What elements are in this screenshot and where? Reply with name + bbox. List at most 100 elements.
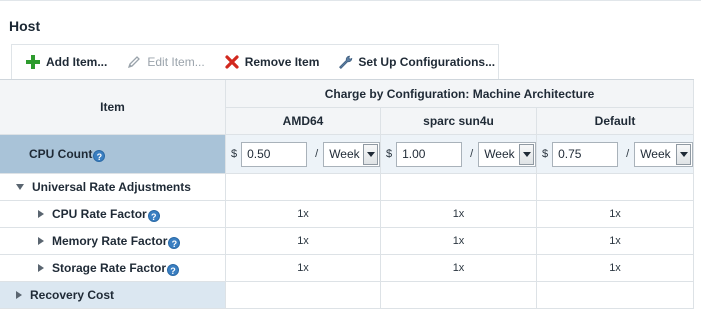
set-up-configurations-label: Set Up Configurations... [358,55,496,69]
period-select-default[interactable]: Week [634,141,693,167]
per-separator: / [626,148,630,160]
column-header-label: AMD64 [282,114,324,128]
table-row[interactable]: Memory Rate Factor? 1x 1x 1x [0,228,694,255]
header-row-group: Item Charge by Configuration: Machine Ar… [0,80,694,135]
per-separator: / [470,148,474,160]
pencil-icon [126,54,142,70]
chevron-down-icon[interactable] [676,143,691,165]
help-icon[interactable]: ? [167,263,180,276]
factor-cell: 1x [381,255,537,282]
rate-input-sparc[interactable] [396,141,463,167]
help-icon[interactable]: ? [147,209,160,222]
factor-cell: 1x [537,228,694,255]
factor-value: 1x [609,262,621,274]
column-header-label: Default [594,114,636,128]
factor-cell: 1x [381,201,537,228]
section-title: Host [9,18,41,34]
row-label-text: Memory Rate Factor [52,234,168,248]
table-row[interactable]: CPU Rate Factor? 1x 1x 1x [0,201,694,228]
chevron-down-icon[interactable] [363,143,378,165]
period-select-amd64[interactable]: Week [323,141,380,167]
table-row-cpu-count[interactable]: CPU Count? $ / Week $ / Week [0,135,694,174]
column-header-amd64: AMD64 [226,108,381,135]
empty-cell [381,282,537,309]
column-header-sparc: sparc sun4u [381,108,537,135]
help-icon[interactable]: ? [93,149,106,162]
factor-cell: 1x [226,255,381,282]
table-row-universal-rate-adjustments[interactable]: Universal Rate Adjustments [0,174,694,201]
add-item-button[interactable]: Add Item... [25,52,107,72]
factor-value: 1x [452,208,465,220]
header-row-columns: AMD64 sparc sun4u Default [0,108,694,135]
currency-symbol: $ [542,148,549,160]
row-label-cell: CPU Rate Factor? [0,201,226,228]
factor-value: 1x [297,262,309,274]
period-select-sparc[interactable]: Week [478,141,536,167]
rate-input-default[interactable] [552,141,619,167]
factor-value: 1x [452,235,465,247]
factor-value: 1x [297,208,309,220]
configuration-group-header: Charge by Configuration: Machine Archite… [226,80,694,108]
period-select-value: Week [484,147,515,161]
row-label-text: CPU Rate Factor [52,207,147,221]
edit-item-button[interactable]: Edit Item... [126,52,205,72]
collapse-triangle-icon[interactable] [16,184,24,190]
row-label: Universal Rate Adjustments [32,180,191,194]
factor-value: 1x [609,208,621,220]
empty-cell [381,174,537,201]
empty-cell [537,282,694,309]
row-label-cell: Memory Rate Factor? [0,228,226,255]
chevron-down-icon[interactable] [519,143,534,165]
rate-cell: $ / Week [226,135,381,174]
row-label: Memory Rate Factor? [52,234,181,249]
table-row[interactable]: Storage Rate Factor? 1x 1x 1x [0,255,694,282]
rate-input-amd64[interactable] [241,141,308,167]
factor-value: 1x [297,235,309,247]
toolbar: Add Item... Edit Item... Remove Item Set… [11,44,499,79]
wrench-icon [337,54,353,70]
currency-symbol: $ [231,148,238,160]
row-label-text: Storage Rate Factor [52,261,167,275]
factor-cell: 1x [381,228,537,255]
period-select-value: Week [329,147,360,161]
expand-triangle-icon[interactable] [16,291,22,299]
remove-item-label: Remove Item [244,55,320,69]
factor-value: 1x [452,262,465,274]
add-item-label: Add Item... [46,55,108,69]
factor-cell: 1x [537,255,694,282]
rate-cell: $ / Week [381,135,537,174]
row-label: CPU Rate Factor? [52,207,160,222]
expand-triangle-icon[interactable] [38,210,44,218]
row-label-cell: CPU Count? [0,135,226,174]
column-header-label: sparc sun4u [423,114,494,128]
per-separator: / [315,148,319,160]
configuration-group-label: Charge by Configuration: Machine Archite… [324,86,595,101]
row-label-cell: Recovery Cost [0,282,226,309]
factor-cell: 1x [537,201,694,228]
row-label: CPU Count? [29,147,106,162]
plus-icon [25,54,41,70]
row-label: Recovery Cost [30,288,115,302]
expand-triangle-icon[interactable] [38,237,44,245]
red-x-icon [224,54,240,70]
charge-table: Item Charge by Configuration: Machine Ar… [0,79,694,309]
factor-cell: 1x [226,228,381,255]
expand-triangle-icon[interactable] [38,264,44,272]
remove-item-button[interactable]: Remove Item [224,52,320,72]
empty-cell [226,282,381,309]
row-label: Storage Rate Factor? [52,261,180,276]
table-row-recovery-cost[interactable]: Recovery Cost [0,282,694,309]
period-select-value: Week [640,147,671,161]
cpu-count-label: CPU Count [29,147,93,161]
help-icon[interactable]: ? [168,236,181,249]
currency-symbol: $ [386,148,393,160]
column-header-default: Default [537,108,694,135]
row-label-cell: Universal Rate Adjustments [0,174,226,201]
set-up-configurations-button[interactable]: Set Up Configurations... [337,52,495,72]
empty-cell [537,174,694,201]
factor-cell: 1x [226,201,381,228]
empty-cell [226,174,381,201]
top-divider [0,0,701,1]
factor-value: 1x [609,235,621,247]
rate-cell: $ / Week [537,135,694,174]
